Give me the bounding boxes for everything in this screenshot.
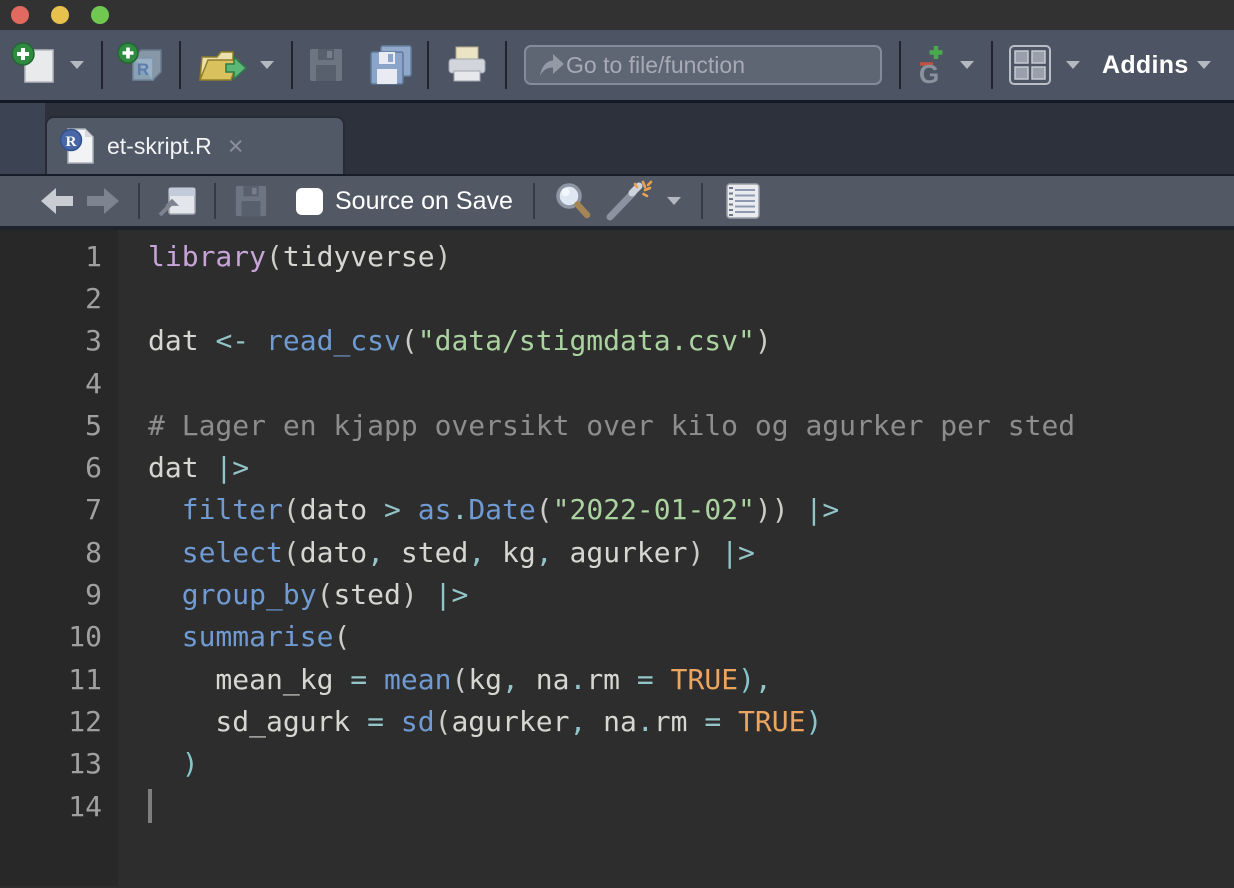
- save-icon: [307, 46, 345, 84]
- open-folder-icon: [195, 43, 247, 87]
- popout-window-icon: [157, 184, 197, 218]
- save-button[interactable]: [302, 42, 350, 88]
- toolbar-separator: [991, 41, 993, 89]
- line-number: 1: [0, 240, 118, 273]
- tab-et-skript[interactable]: R et-skript.R ×: [45, 116, 345, 174]
- toolbar-separator: [427, 41, 429, 89]
- workspace-panes-icon: [1007, 44, 1053, 86]
- line-number: 4: [0, 367, 118, 400]
- window-titlebar: [0, 0, 1234, 30]
- code-line-12[interactable]: 12 sd_agurk = sd(agurker, na.rm = TRUE): [0, 700, 1234, 742]
- code-line-11[interactable]: 11 mean_kg = mean(kg, na.rm = TRUE),: [0, 658, 1234, 700]
- addins-menu[interactable]: Addins: [1102, 51, 1189, 80]
- line-number: 8: [0, 536, 118, 569]
- code-line-3[interactable]: 3dat <- read_csv("data/stigmdata.csv"): [0, 320, 1234, 362]
- new-file-button[interactable]: [6, 38, 62, 92]
- open-recent-dropdown-icon[interactable]: [260, 61, 274, 69]
- magic-wand-icon: [604, 180, 654, 222]
- toolbar-separator: [899, 41, 901, 89]
- code-tools-dropdown-icon[interactable]: [667, 197, 681, 205]
- save-icon: [233, 183, 269, 219]
- compile-report-button[interactable]: [715, 177, 769, 225]
- forward-button[interactable]: [80, 182, 126, 220]
- minimize-window-button[interactable]: [51, 6, 69, 24]
- version-control-button[interactable]: G: [910, 40, 952, 90]
- source-on-save-checkbox[interactable]: [296, 188, 323, 215]
- back-arrow-icon: [39, 186, 75, 216]
- new-file-dropdown-icon[interactable]: [70, 61, 84, 69]
- toolbar-separator: [505, 41, 507, 89]
- compile-notebook-icon: [720, 181, 764, 221]
- code-line-5[interactable]: 5# Lager en kjapp oversikt over kilo og …: [0, 404, 1234, 446]
- tabstrip-left-edge: [0, 103, 45, 174]
- svg-text:R: R: [137, 60, 149, 79]
- code-line-1[interactable]: 1library(tidyverse): [0, 235, 1234, 277]
- code-lines: 1library(tidyverse) 2 3dat <- read_csv("da…: [0, 235, 1234, 827]
- source-on-save-label: Source on Save: [335, 187, 513, 216]
- line-number: 11: [0, 663, 118, 696]
- open-file-button[interactable]: [190, 39, 252, 91]
- print-icon: [443, 44, 491, 86]
- line-number: 13: [0, 747, 118, 780]
- svg-text:R: R: [66, 134, 77, 150]
- tab-title: et-skript.R: [107, 133, 212, 160]
- back-button[interactable]: [34, 182, 80, 220]
- workspace-panes-dropdown-icon[interactable]: [1066, 61, 1080, 69]
- code-line-13[interactable]: 13 ): [0, 743, 1234, 785]
- code-line-4[interactable]: 4: [0, 362, 1234, 404]
- line-number: 7: [0, 493, 118, 526]
- zoom-window-button[interactable]: [91, 6, 109, 24]
- code-line-7[interactable]: 7 filter(dato > as.Date("2022-01-02")) |…: [0, 489, 1234, 531]
- new-file-icon: [11, 42, 57, 88]
- line-number: 5: [0, 409, 118, 442]
- code-editor[interactable]: 1library(tidyverse) 2 3dat <- read_csv("da…: [0, 230, 1234, 886]
- line-number: 9: [0, 578, 118, 611]
- toolbar-separator: [533, 183, 535, 219]
- text-cursor: [148, 789, 152, 823]
- addins-dropdown-icon[interactable]: [1197, 61, 1211, 69]
- line-number: 3: [0, 324, 118, 357]
- line-number: 10: [0, 620, 118, 653]
- code-line-9[interactable]: 9 group_by(sted) |>: [0, 573, 1234, 615]
- close-window-button[interactable]: [11, 6, 29, 24]
- goto-arrow-icon: [536, 51, 566, 79]
- toolbar-separator: [138, 183, 140, 219]
- workspace-panes-button[interactable]: [1002, 40, 1058, 90]
- toolbar-separator: [101, 41, 103, 89]
- toolbar-separator: [179, 41, 181, 89]
- version-control-dropdown-icon[interactable]: [960, 61, 974, 69]
- svg-text:G: G: [919, 59, 939, 86]
- toolbar-separator: [214, 183, 216, 219]
- new-project-icon: R: [117, 42, 165, 88]
- line-number: 14: [0, 790, 118, 823]
- save-all-icon: [369, 44, 413, 86]
- editor-tabstrip: R et-skript.R ×: [0, 103, 1234, 176]
- line-number: 12: [0, 705, 118, 738]
- goto-file-function-input[interactable]: [566, 52, 870, 79]
- find-icon: [552, 181, 594, 221]
- main-toolbar: R: [0, 30, 1234, 103]
- show-in-new-window-button[interactable]: [152, 180, 202, 222]
- goto-file-function-box[interactable]: [524, 45, 882, 85]
- find-replace-button[interactable]: [547, 177, 599, 225]
- save-button-editor[interactable]: [228, 179, 274, 223]
- save-all-button[interactable]: [364, 40, 418, 90]
- line-number: 2: [0, 282, 118, 315]
- forward-arrow-icon: [85, 186, 121, 216]
- code-line-10[interactable]: 10 summarise(: [0, 616, 1234, 658]
- code-line-6[interactable]: 6dat |>: [0, 446, 1234, 488]
- toolbar-separator: [701, 183, 703, 219]
- new-project-button[interactable]: R: [112, 38, 170, 92]
- line-number: 6: [0, 451, 118, 484]
- code-line-8[interactable]: 8 select(dato, sted, kg, agurker) |>: [0, 531, 1234, 573]
- code-line-2[interactable]: 2: [0, 277, 1234, 319]
- git-commit-icon: G: [915, 44, 947, 86]
- print-button[interactable]: [438, 40, 496, 90]
- editor-toolbar: Source on Save: [0, 176, 1234, 230]
- code-line-14[interactable]: 14: [0, 785, 1234, 827]
- tab-close-icon[interactable]: ×: [228, 136, 244, 156]
- toolbar-separator: [291, 41, 293, 89]
- code-tools-button[interactable]: [599, 176, 659, 226]
- r-document-icon: R: [59, 126, 95, 166]
